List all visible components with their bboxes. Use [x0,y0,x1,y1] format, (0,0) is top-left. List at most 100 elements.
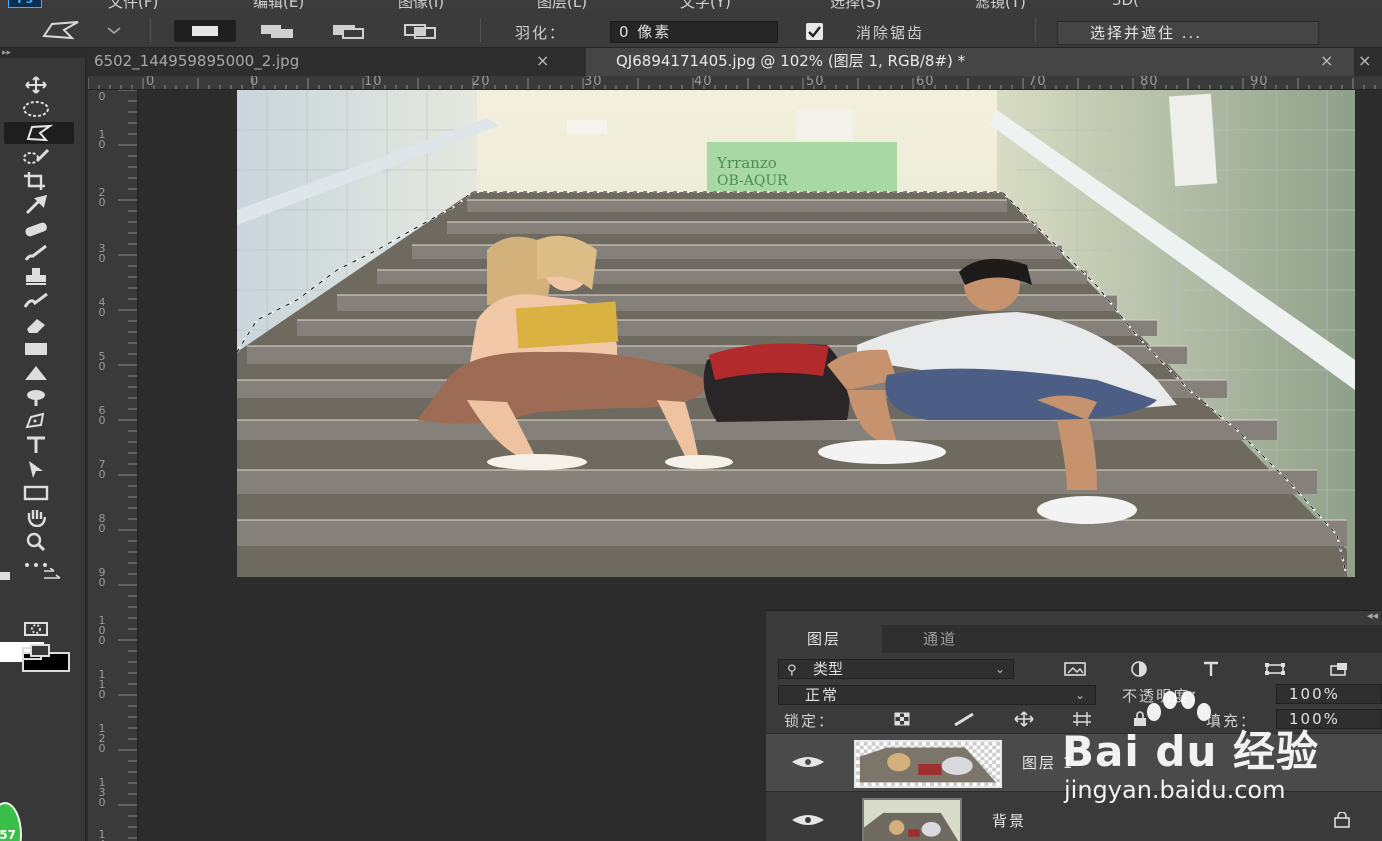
lock-position-button[interactable] [1012,710,1036,728]
visibility-toggle[interactable] [790,752,826,772]
tab-label: 6502_144959895000_2.jpg [94,52,300,70]
fill-input[interactable]: 100% [1276,709,1382,729]
quick-mask-button[interactable] [8,618,64,640]
layer-name[interactable]: 图层 1 [1022,752,1074,773]
filter-smart-object-button[interactable] [1326,660,1352,678]
layer-row[interactable]: 图层 1 [766,733,1382,791]
filter-shape-button[interactable] [1262,660,1288,678]
lock-all-button[interactable] [1128,710,1152,728]
layer-filter-select[interactable]: ⚲ 类型 ⌄ [778,659,1014,679]
search-icon: ⚲ [787,663,797,678]
menu-filter[interactable]: 滤镜(T) [975,0,1026,10]
menu-layer[interactable]: 图层(L) [537,0,587,10]
history-brush-icon [23,292,48,308]
layer-thumbnail [862,798,962,841]
zoom-tool[interactable] [8,530,64,552]
tool-preset-picker[interactable] [38,18,128,42]
antialias-checkbox[interactable] [806,23,823,40]
lock-artboard-button[interactable] [1070,710,1094,728]
screen-mode-icon [22,644,50,660]
dodge-tool[interactable] [8,386,64,408]
blend-mode-select[interactable]: 正常 ⌄ [778,685,1096,705]
quick-selection-tool[interactable] [8,146,64,168]
menu-bar: Ps 文件(F) 编辑(E) 图像(I) 图层(L) 文字(Y) 选择(S) 滤… [0,0,1382,10]
layer-name[interactable]: 背景 [992,810,1026,831]
half-circle-icon [1131,661,1147,677]
layers-panel: ◂◂ 图层 通道 ⚲ 类型 ⌄ 正常 ⌄ 不透明度： 100% 锁定： 填充： … [766,609,1382,841]
menu-type[interactable]: 文字(Y) [680,0,731,10]
document-tab-bar: 6502_144959895000_2.jpg × QJ6894171405.j… [88,48,1382,76]
stairway-photo: Yrranzo OB-AQUR [237,90,1355,577]
path-selection-tool[interactable] [8,458,64,480]
history-brush-tool[interactable] [8,290,64,312]
eye-icon [792,757,824,767]
menu-edit[interactable]: 编辑(E) [253,0,304,10]
subtract-from-selection-button[interactable] [318,20,380,42]
select-and-mask-button[interactable]: 选择并遮住 ... [1057,21,1319,45]
image-icon [1064,662,1086,676]
visibility-toggle[interactable] [790,810,826,830]
swap-colors-button[interactable] [0,568,80,582]
tab-layers[interactable]: 图层 [766,625,882,653]
type-tool[interactable] [8,434,64,456]
menu-3d[interactable]: 3D( [1112,0,1139,9]
pen-tool[interactable] [8,410,64,432]
tab-document-1[interactable]: 6502_144959895000_2.jpg [88,48,566,76]
move-tool[interactable] [8,74,64,96]
pen-icon [25,412,45,429]
new-selection-button[interactable] [174,20,236,42]
quick-mask-icon [24,622,48,636]
eyedropper-tool[interactable] [8,194,64,216]
subtract-selection-icon [333,25,364,39]
tab-label: QJ6894171405.jpg @ 102% (图层 1, RGB/8#) * [616,52,966,70]
tab-close-icon[interactable]: × [536,48,549,74]
gradient-tool[interactable] [8,338,64,360]
tab-channels[interactable]: 通道 [882,625,998,653]
chevron-down-icon: ⌄ [1074,688,1087,702]
panel-collapse-icon[interactable]: ◂◂ [1367,609,1378,622]
opacity-input[interactable]: 100% [1276,684,1382,704]
layer-row[interactable]: 背景 [766,791,1382,841]
hand-tool[interactable] [8,506,64,528]
eraser-icon [27,319,45,333]
screen-mode-button[interactable] [8,642,64,664]
blur-tool[interactable] [8,362,64,384]
tab-close-icon[interactable]: × [1358,48,1371,74]
horizontal-ruler: 0 0 10 20 30 40 50 60 70 80 90 [88,76,1382,90]
swap-arrows-icon [0,568,61,580]
crop-tool[interactable] [8,170,64,192]
lock-transparent-button[interactable] [890,710,914,728]
toolbar-collapse-toggle[interactable]: ▸▸ [0,48,88,58]
filter-pixel-button[interactable] [1062,660,1088,678]
vertical-ruler: 0 1 0 2 0 3 0 4 0 5 0 6 0 7 0 8 0 9 0 1 … [88,90,138,841]
clone-stamp-tool[interactable] [8,266,64,288]
tab-document-2[interactable]: QJ6894171405.jpg @ 102% (图层 1, RGB/8#) * [586,48,1354,76]
healing-brush-tool[interactable] [8,218,64,240]
rectangle-icon [23,485,49,501]
menu-image[interactable]: 图像(I) [398,0,444,10]
add-to-selection-button[interactable] [246,20,308,42]
feather-input[interactable]: 0 像素 [610,21,778,43]
intersect-selection-button[interactable] [390,20,452,42]
menu-file[interactable]: 文件(F) [108,0,158,10]
eyedropper-icon [25,195,48,215]
fill-label: 填充： [1206,712,1258,730]
lasso-tool[interactable] [4,122,74,144]
marquee-tool[interactable] [8,98,64,120]
rectangle-tool[interactable] [8,482,64,504]
dodge-icon [27,390,45,406]
eraser-tool[interactable] [8,314,64,336]
filter-adjustment-button[interactable] [1126,660,1152,678]
antialias-label: 消除锯齿 [856,24,925,42]
opacity-label: 不透明度： [1122,687,1208,705]
filter-type-button[interactable] [1198,660,1224,678]
eye-icon [792,815,824,825]
tab-close-icon[interactable]: × [1320,48,1333,74]
lock-icon [1134,711,1146,726]
menu-select[interactable]: 选择(S) [830,0,881,10]
elliptical-marquee-icon [23,101,49,117]
options-separator [150,18,151,42]
lock-pixels-button[interactable] [952,710,976,728]
brush-tool[interactable] [8,242,64,264]
document-image[interactable]: Yrranzo OB-AQUR [237,90,1355,577]
